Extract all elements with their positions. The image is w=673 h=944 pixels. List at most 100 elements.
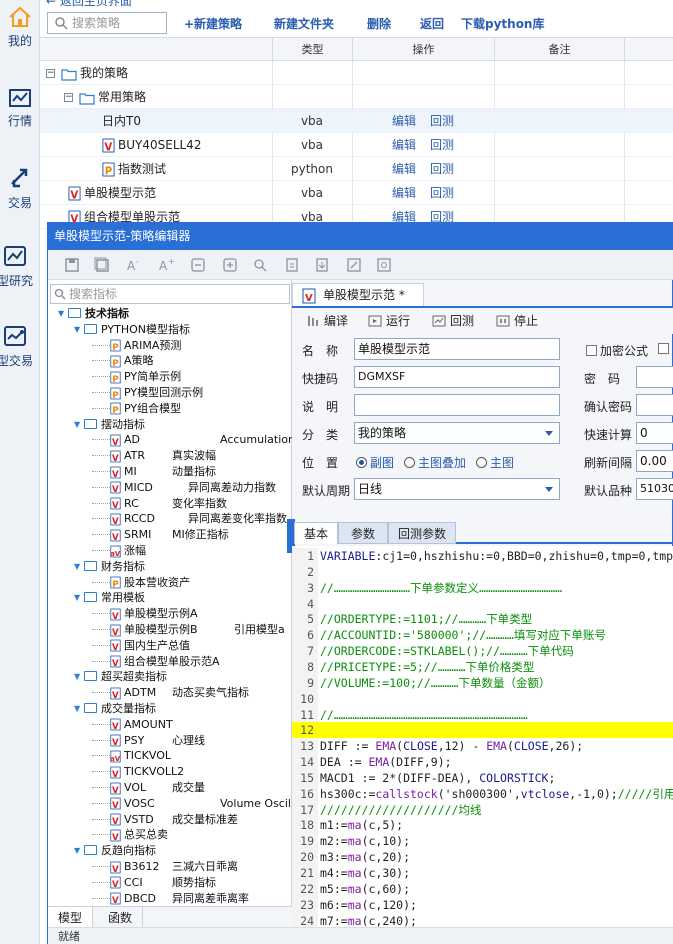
col-name[interactable] (40, 38, 272, 61)
indicator-item[interactable]: V MI 动量指标 (92, 464, 216, 480)
indicator-item[interactable]: aV 涨幅 (92, 543, 146, 559)
tree-folder[interactable]: ▼ 摆动指标 (74, 417, 145, 433)
backtest-link[interactable]: 回测 (430, 138, 454, 152)
code-editor[interactable]: 1 VARIABLE:cj1=0,hszhishu:=0,BBD=0,zhishu… (292, 546, 673, 927)
tree-toggle[interactable]: ▼ (74, 417, 82, 433)
fastcalc-input[interactable]: 0 (636, 422, 673, 444)
tree-toggle[interactable]: ▼ (74, 559, 82, 575)
nav-market[interactable]: 行情 (0, 88, 40, 129)
indicator-search-input[interactable]: 搜索指标 (50, 284, 290, 304)
import-icon[interactable] (284, 257, 300, 273)
indicator-item[interactable]: V VSTD 成交量标准差 (92, 812, 238, 828)
refresh-input[interactable]: 0.00 (636, 450, 673, 472)
tree-folder[interactable]: ▼ 财务指标 (74, 559, 145, 575)
tree-folder[interactable]: ▼ 成交量指标 (74, 701, 156, 717)
indicator-item[interactable]: V RCCD 异同离差变化率指数 (92, 511, 287, 527)
tree-folder[interactable]: ▼ 常用模板 (74, 590, 145, 606)
undo-icon[interactable] (190, 257, 206, 273)
return-button[interactable]: 返回 (420, 15, 444, 32)
tree-toggle[interactable]: ▼ (74, 590, 82, 606)
table-row[interactable]: V BUY40SELL42 vba 编辑 回测 (40, 133, 673, 157)
tree-node[interactable]: − 我的策略 (46, 61, 128, 85)
backtest-link[interactable]: 回测 (430, 114, 454, 128)
tree-node[interactable]: − 常用策略 (64, 85, 146, 109)
tab-functions[interactable]: 函数 (98, 907, 144, 929)
table-row[interactable]: P 指数测试 python 编辑 回测 (40, 157, 673, 181)
format-icon[interactable] (346, 257, 362, 273)
indicator-item[interactable]: V 组合模型单股示范A (92, 654, 220, 670)
tree-toggle[interactable]: − (64, 93, 73, 102)
back-home-link[interactable]: ← 返回主页界面 (46, 0, 132, 9)
indicator-item[interactable]: V ATR 真实波幅 (92, 448, 216, 464)
extra-checkbox[interactable] (658, 342, 672, 356)
position-main-radio[interactable]: 主图 (476, 454, 514, 471)
tree-node[interactable]: V 单股模型示范 (64, 181, 156, 205)
strategy-search-input[interactable]: 搜索策略 (47, 12, 167, 34)
tree-toggle[interactable]: ▼ (74, 322, 82, 338)
table-row[interactable]: − 我的策略 (40, 61, 673, 85)
default-code-input[interactable]: 510300 (636, 478, 673, 500)
tab-params[interactable]: 参数 (338, 522, 388, 544)
indicator-item[interactable]: V CCI 顺势指标 (92, 875, 216, 891)
indicator-item[interactable]: V VOSC Volume Oscillator (92, 796, 292, 812)
edit-link[interactable]: 编辑 (392, 186, 416, 200)
indicator-item[interactable]: V SRMI MI修正指标 (92, 527, 229, 543)
tree-toggle[interactable]: − (46, 69, 55, 78)
col-ops[interactable]: 操作 (352, 38, 494, 61)
redo-icon[interactable] (222, 257, 238, 273)
table-row[interactable]: − 常用策略 (40, 85, 673, 109)
indicator-item[interactable]: V DBCD 异同离差乖离率 (92, 891, 249, 906)
indicator-item[interactable]: V MICD 异同离差动力指数 (92, 480, 276, 496)
confirm-password-input[interactable] (636, 394, 673, 416)
table-row[interactable]: 日内T0 vba 编辑 回测 (40, 109, 673, 133)
tree-toggle[interactable]: ▼ (74, 669, 82, 685)
tab-model[interactable]: 模型 (48, 907, 94, 929)
indicator-item[interactable]: P PY模型回测示例 (92, 385, 203, 401)
tree-node[interactable]: P 指数测试 (88, 157, 166, 181)
indicator-item[interactable]: V AD Accumulation or Distrib (92, 432, 292, 448)
position-subchart-radio[interactable]: 副图 (356, 454, 394, 471)
table-row[interactable]: V 单股模型示范 vba 编辑 回测 (40, 181, 673, 205)
indicator-item[interactable]: P A策略 (92, 353, 154, 369)
indicator-item[interactable]: aV TICKVOL (92, 748, 171, 764)
indicator-item[interactable]: V 单股模型示例A (92, 606, 198, 622)
name-input[interactable]: 单股模型示范 (354, 338, 560, 360)
document-tab[interactable]: V 单股模型示范 * (292, 283, 424, 307)
edit-link[interactable]: 编辑 (392, 162, 416, 176)
tree-node[interactable]: V BUY40SELL42 (88, 133, 201, 157)
nav-model-trade[interactable]: 型交易 (0, 324, 40, 369)
password-input[interactable] (636, 366, 673, 388)
tree-toggle[interactable]: ▼ (74, 701, 82, 717)
indicator-item[interactable]: V PSY 心理线 (92, 733, 205, 749)
download-python-button[interactable]: 下载python库 (461, 15, 544, 32)
shortcut-input[interactable]: DGMXSF (354, 366, 560, 388)
tree-folder[interactable]: ▼ 超买超卖指标 (74, 669, 167, 685)
tree-toggle[interactable]: ▼ (58, 306, 66, 322)
new-folder-button[interactable]: 新建文件夹 (274, 15, 334, 32)
backtest-link[interactable]: 回测 (430, 162, 454, 176)
font-smaller-icon[interactable]: A- (126, 257, 142, 273)
run-button[interactable]: 运行 (366, 312, 410, 330)
compile-button[interactable]: 编译 (304, 312, 348, 330)
category-select[interactable]: 我的策略 (354, 422, 560, 444)
new-strategy-button[interactable]: +新建策略 (184, 15, 242, 32)
indicator-item[interactable]: V AMOUNT (92, 717, 173, 733)
encrypt-checkbox[interactable]: 加密公式 (586, 342, 648, 359)
indicator-item[interactable]: V ADTM 动态买卖气指标 (92, 685, 249, 701)
indicator-item[interactable]: P PY组合模型 (92, 401, 181, 417)
save-all-icon[interactable] (94, 257, 110, 273)
col-remark[interactable]: 备注 (494, 38, 624, 61)
period-select[interactable]: 日线 (354, 478, 560, 500)
nav-my[interactable]: 我的 (0, 6, 40, 49)
find-icon[interactable] (252, 257, 268, 273)
export-icon[interactable] (314, 257, 330, 273)
tab-basic[interactable]: 基本 (294, 522, 338, 544)
save-icon[interactable] (64, 257, 80, 273)
settings-icon[interactable] (376, 257, 392, 273)
backtest-link[interactable]: 回测 (430, 186, 454, 200)
tree-toggle[interactable]: ▼ (74, 843, 82, 859)
indicator-item[interactable]: V B3612 三减六日乖离 (92, 859, 238, 875)
edit-link[interactable]: 编辑 (392, 114, 416, 128)
indicator-item[interactable]: V 总买总卖 (92, 827, 168, 843)
indicator-item[interactable]: V VOL 成交量 (92, 780, 205, 796)
